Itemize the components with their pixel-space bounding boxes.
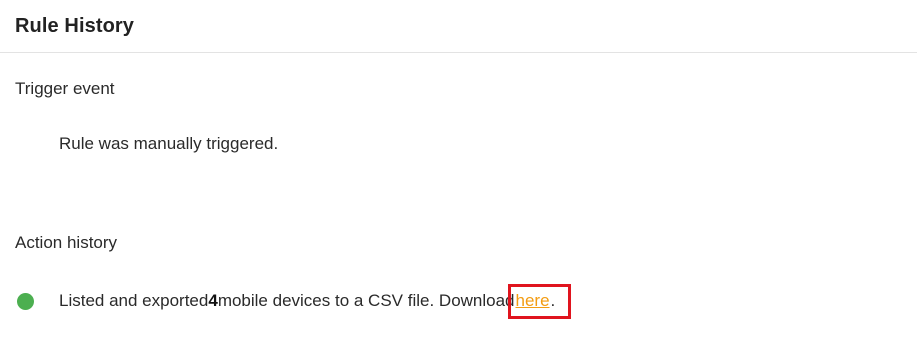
action-history-entry: Listed and exported 4 mobile devices to … [17, 284, 572, 319]
device-count: 4 [208, 291, 218, 310]
success-status-icon [17, 292, 34, 310]
page-title: Rule History [15, 14, 135, 37]
entry-text-middle: mobile devices to a CSV file. Download [217, 291, 515, 310]
entry-text-after: . [550, 291, 556, 310]
action-history-heading: Action history [15, 233, 118, 252]
trigger-event-heading: Trigger event [15, 79, 115, 98]
rule-history-panel: Rule History Trigger event Rule was manu… [0, 0, 917, 349]
download-link-wrapper: here. [507, 284, 572, 319]
panel-header: Rule History [0, 0, 917, 53]
trigger-event-description: Rule was manually triggered. [59, 134, 279, 153]
entry-text-before: Listed and exported [59, 291, 209, 310]
download-here-link[interactable]: here [515, 291, 551, 310]
